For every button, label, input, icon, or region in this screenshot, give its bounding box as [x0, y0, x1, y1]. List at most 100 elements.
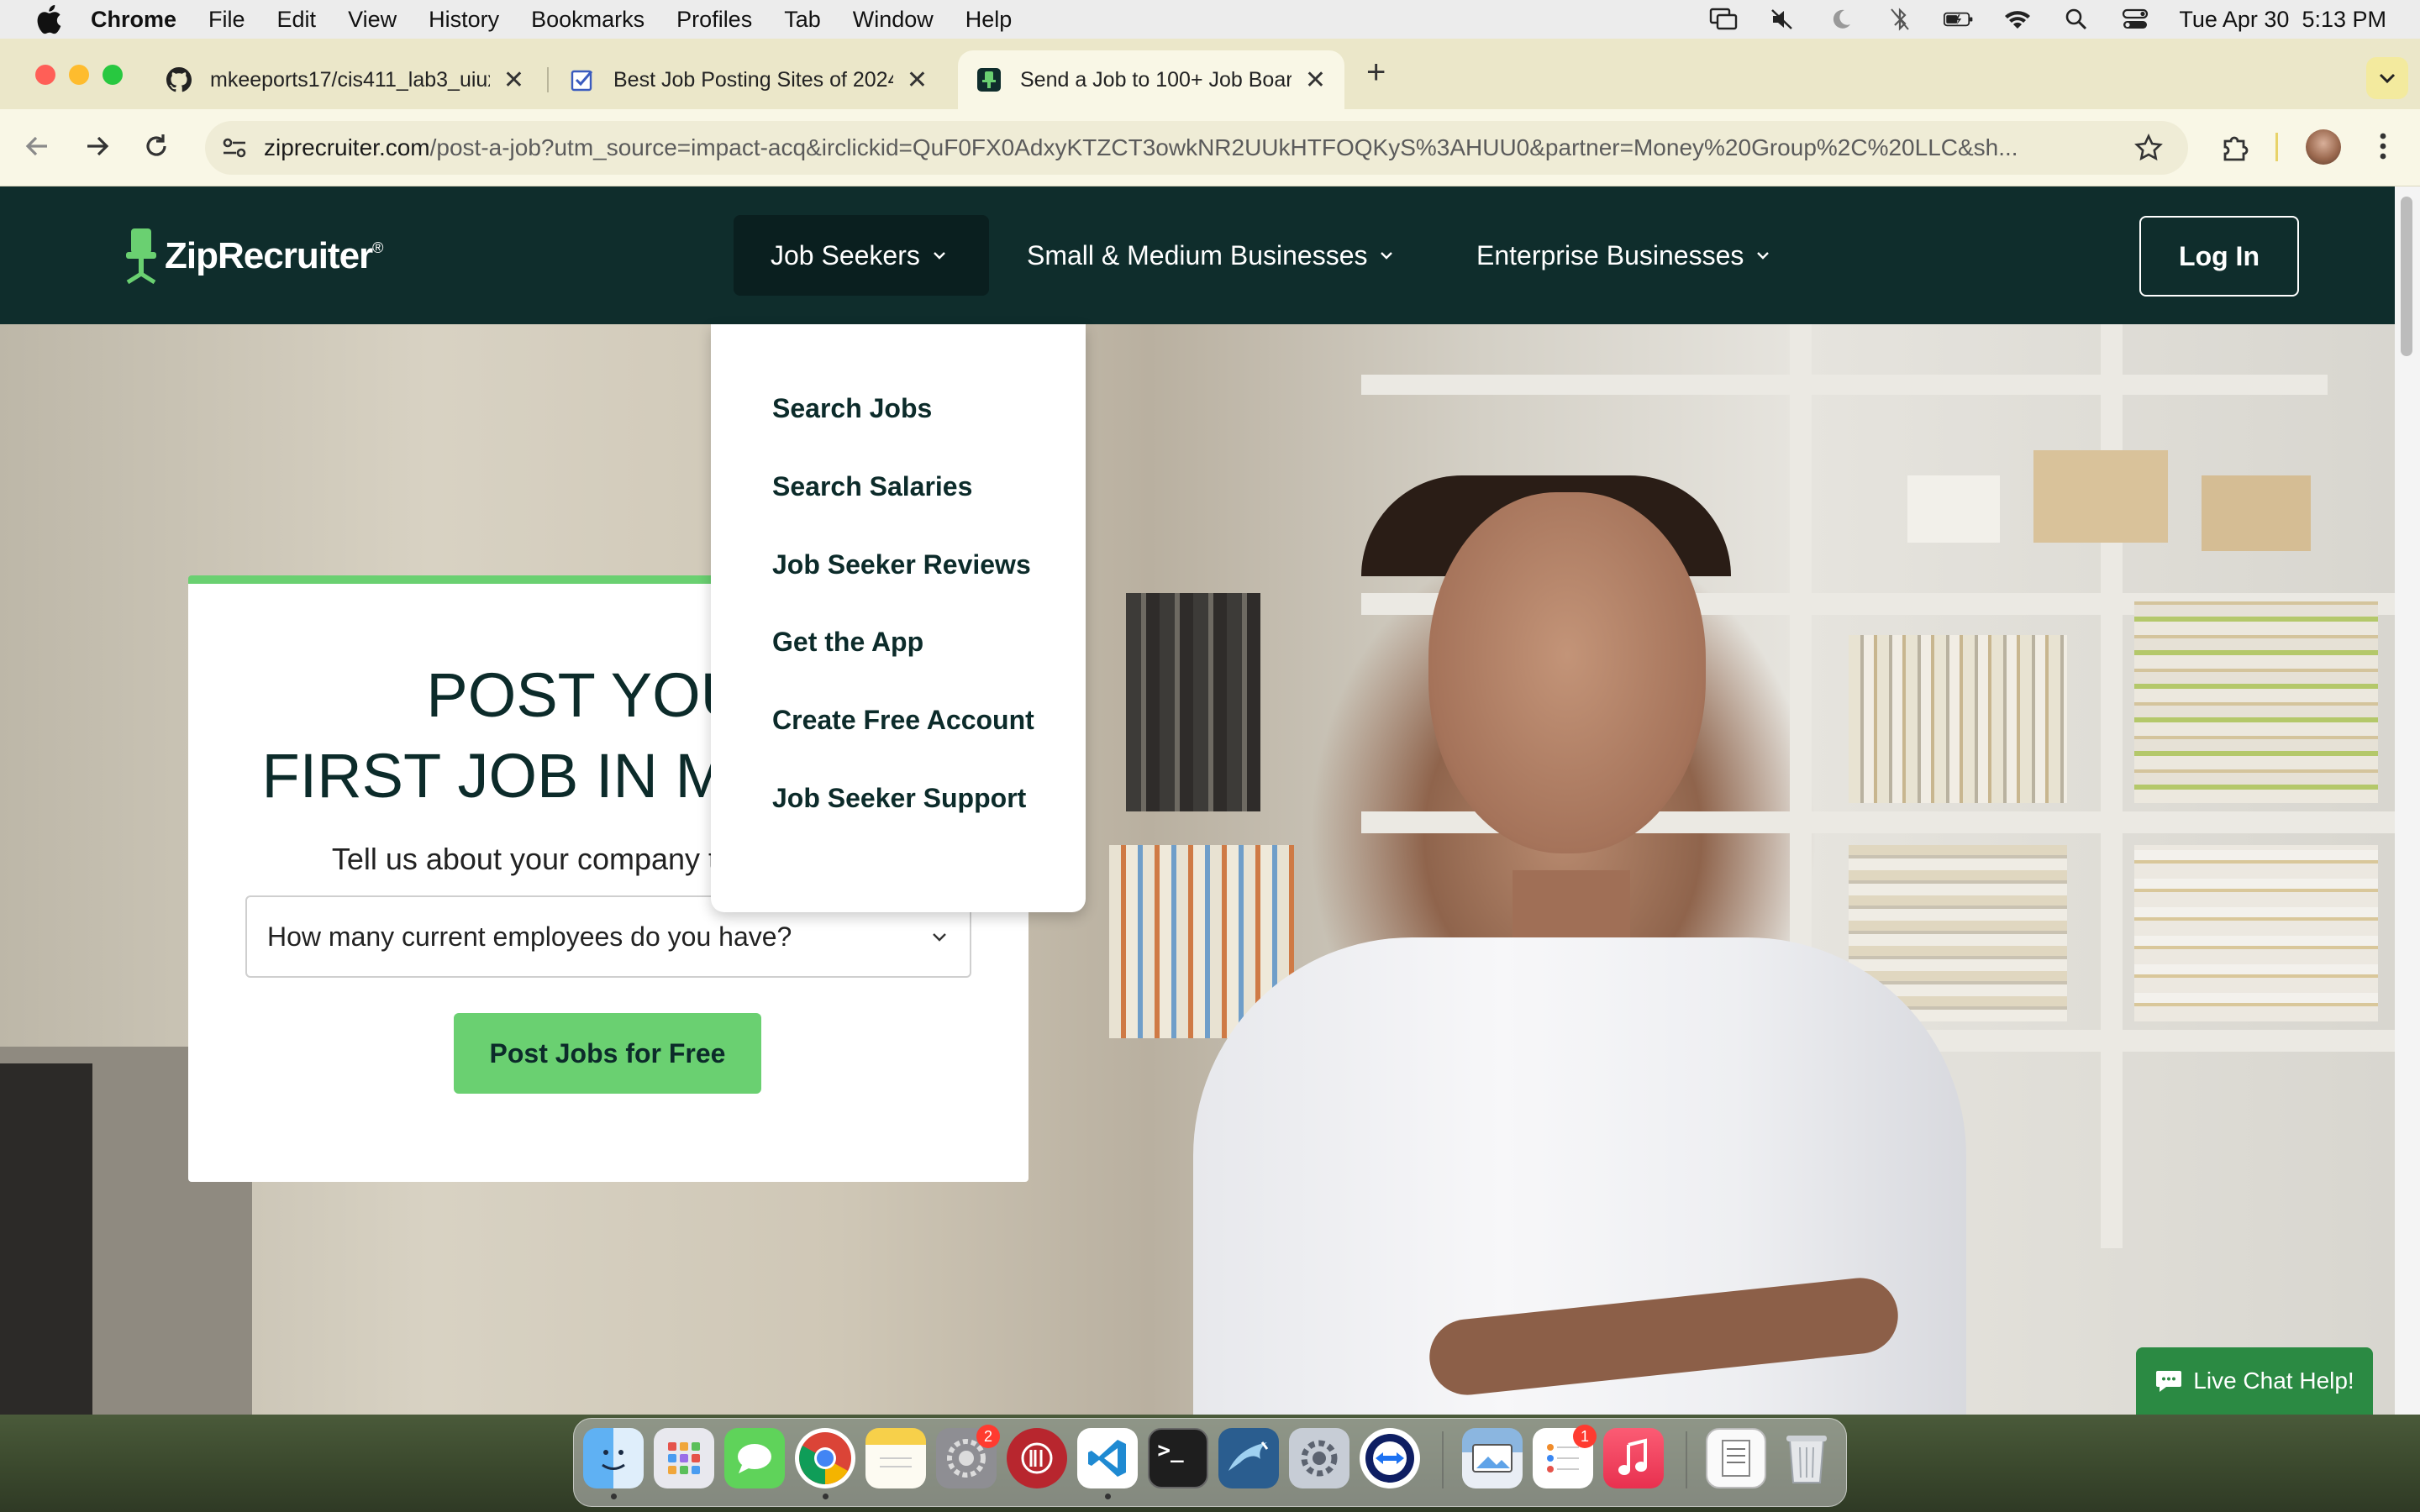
nav-job-seekers-label: Job Seekers [771, 239, 920, 270]
minimize-window-button[interactable] [69, 65, 89, 85]
new-tab-button[interactable]: + [1366, 54, 1386, 92]
nav-enterprise-businesses[interactable]: Enterprise Businesses [1439, 215, 1807, 296]
menu-window[interactable]: Window [853, 7, 934, 33]
storage-box [2202, 475, 2311, 551]
close-tab-icon[interactable]: ✕ [503, 66, 524, 95]
dropdown-item-get-the-app[interactable]: Get the App [772, 627, 923, 658]
close-window-button[interactable] [35, 65, 55, 85]
menubar-clock[interactable]: Tue Apr 30 5:13 PM [2179, 7, 2386, 33]
running-indicator [1105, 1494, 1111, 1499]
dropdown-item-job-seeker-reviews[interactable]: Job Seeker Reviews [772, 549, 1031, 580]
preview-icon[interactable] [1462, 1428, 1523, 1488]
trash-icon[interactable] [1776, 1428, 1837, 1488]
menu-profiles[interactable]: Profiles [676, 7, 752, 33]
battery-icon[interactable] [1944, 7, 1974, 32]
live-chat-label: Live Chat Help! [2193, 1368, 2354, 1394]
dropdown-item-create-free-account[interactable]: Create Free Account [772, 705, 1034, 736]
books-row [1849, 635, 2067, 803]
vscode-icon[interactable] [1077, 1428, 1138, 1488]
tab-job-posting-sites[interactable]: Best Job Posting Sites of 2024 ✕ [551, 50, 946, 109]
control-center-icon[interactable] [2120, 7, 2150, 32]
close-tab-icon[interactable]: ✕ [907, 66, 928, 95]
storage-box [1907, 475, 2000, 543]
bookmark-star-icon[interactable] [2134, 134, 2163, 162]
tab-ziprecruiter[interactable]: Send a Job to 100+ Job Boards ✕ [958, 50, 1344, 109]
settings-gear-icon[interactable] [1289, 1428, 1349, 1488]
logo-text: ZipRecruiter [165, 235, 373, 276]
extensions-icon[interactable] [2218, 131, 2250, 167]
menu-edit[interactable]: Edit [277, 7, 317, 33]
teamviewer-icon[interactable] [1360, 1428, 1420, 1488]
focus-moon-icon[interactable] [1826, 7, 1856, 32]
live-chat-button[interactable]: Live Chat Help! [2136, 1347, 2373, 1415]
address-bar[interactable]: ziprecruiter.com/post-a-job?utm_source=i… [205, 121, 2188, 175]
menu-tab[interactable]: Tab [784, 7, 821, 33]
checkbox-icon [570, 67, 595, 92]
post-jobs-free-button[interactable]: Post Jobs for Free [454, 1013, 761, 1094]
tab-search-button[interactable] [2366, 57, 2408, 99]
documents-stack-icon[interactable] [1706, 1428, 1766, 1488]
dropdown-item-job-seeker-support[interactable]: Job Seeker Support [772, 783, 1026, 814]
zoom-window-button[interactable] [103, 65, 123, 85]
macos-menubar: Chrome File Edit View History Bookmarks … [0, 0, 2420, 39]
close-tab-icon[interactable]: ✕ [1305, 66, 1326, 95]
scrollbar-thumb[interactable] [2401, 197, 2412, 356]
url-domain: ziprecruiter.com [264, 134, 430, 160]
url-text[interactable]: ziprecruiter.com/post-a-job?utm_source=i… [264, 134, 2134, 161]
menu-help[interactable]: Help [965, 7, 1013, 33]
page-scrollbar[interactable] [2395, 186, 2420, 1415]
site-settings-icon[interactable] [220, 135, 249, 160]
apple-icon[interactable] [32, 3, 64, 36]
mysql-workbench-icon[interactable] [1218, 1428, 1279, 1488]
toolbox-icon[interactable] [1007, 1428, 1067, 1488]
chevron-down-icon [934, 252, 945, 260]
monitor-screen [0, 1063, 92, 1415]
shelf [1361, 375, 2328, 395]
notes-icon[interactable] [865, 1428, 926, 1488]
dropdown-item-search-salaries[interactable]: Search Salaries [772, 471, 972, 502]
login-button[interactable]: Log In [2139, 216, 2299, 297]
menu-file[interactable]: File [208, 7, 245, 33]
chrome-icon[interactable] [795, 1428, 855, 1488]
nav-job-seekers[interactable]: Job Seekers [734, 215, 989, 296]
profile-avatar[interactable] [2306, 129, 2341, 165]
employee-count-select-value: How many current employees do you have? [267, 921, 792, 952]
nav-enterprise-label: Enterprise Businesses [1476, 239, 1744, 270]
nav-smb-label: Small & Medium Businesses [1027, 239, 1368, 270]
running-indicator [611, 1494, 617, 1499]
job-seekers-dropdown: Search Jobs Search Salaries Job Seeker R… [711, 324, 1086, 912]
menu-view[interactable]: View [348, 7, 397, 33]
dock-divider [1442, 1431, 1444, 1488]
messages-icon[interactable] [724, 1428, 785, 1488]
finder-icon[interactable] [583, 1428, 644, 1488]
tab-divider [547, 67, 549, 92]
tab-title: Send a Job to 100+ Job Boards [1020, 67, 1292, 92]
mute-icon[interactable] [1767, 7, 1797, 32]
bluetooth-off-icon[interactable] [1885, 7, 1915, 32]
tab-title: Best Job Posting Sites of 2024 [613, 67, 893, 92]
tab-title: mkeeports17/cis411_lab3_uiux [210, 67, 490, 92]
nav-small-medium-businesses[interactable]: Small & Medium Businesses [990, 215, 1431, 296]
spotlight-search-icon[interactable] [2061, 7, 2091, 32]
screen-mirroring-icon[interactable] [1708, 7, 1739, 32]
forward-button[interactable] [81, 131, 113, 165]
reload-button[interactable] [141, 131, 171, 165]
ziprecruiter-logo[interactable]: ZipRecruiter ® [123, 227, 383, 286]
dropdown-item-search-jobs[interactable]: Search Jobs [772, 393, 932, 424]
wifi-icon[interactable] [2002, 7, 2033, 32]
menu-bookmarks[interactable]: Bookmarks [531, 7, 644, 33]
url-path: /post-a-job?utm_source=impact-acq&irclic… [429, 134, 2018, 160]
back-button[interactable] [22, 131, 54, 165]
terminal-icon[interactable]: >_ [1148, 1428, 1208, 1488]
menubar-app-name[interactable]: Chrome [91, 7, 176, 33]
ziprecruiter-icon [976, 67, 1002, 92]
books-stack [2134, 601, 2378, 803]
menu-history[interactable]: History [429, 7, 499, 33]
launchpad-icon[interactable] [654, 1428, 714, 1488]
chrome-menu-icon[interactable] [2378, 131, 2388, 165]
tab-github[interactable]: mkeeports17/cis411_lab3_uiux ✕ [148, 50, 543, 109]
logo-registered-mark: ® [372, 239, 384, 256]
github-icon [166, 67, 192, 92]
music-icon[interactable] [1603, 1428, 1664, 1488]
web-page: ZipRecruiter ® Job Seekers Small & Mediu… [0, 186, 2395, 1415]
